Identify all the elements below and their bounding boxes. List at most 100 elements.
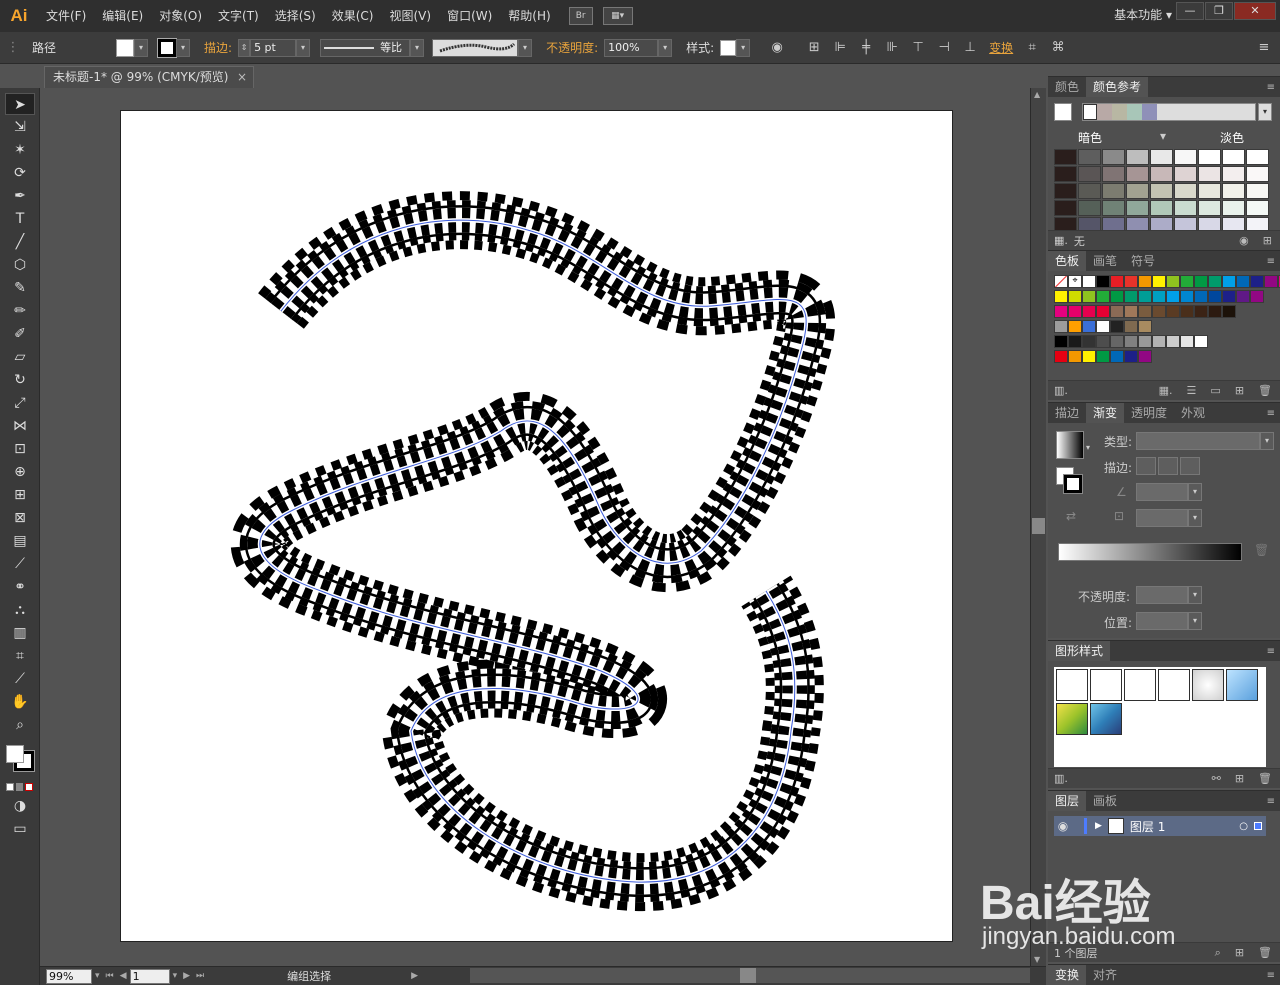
shade-swatch[interactable] (1126, 183, 1149, 199)
hand-tool-icon[interactable]: ✋ (5, 691, 35, 713)
shade-swatch[interactable] (1126, 149, 1149, 165)
scale-tool-icon[interactable]: ⤢ (5, 392, 35, 414)
swatch[interactable] (1222, 290, 1236, 303)
swatch[interactable] (1096, 305, 1110, 318)
stop-opacity-dropdown[interactable]: ▾ (1188, 586, 1202, 604)
visibility-eye-icon[interactable]: ◉ (1054, 819, 1072, 833)
new-group-icon[interactable]: ▭ (1210, 384, 1220, 397)
line-tool-icon[interactable]: ╱ (5, 231, 35, 253)
swatch[interactable] (1138, 350, 1152, 363)
graph-tool-icon[interactable]: ▥ (5, 622, 35, 644)
menu-object[interactable]: 对象(O) (151, 0, 210, 32)
swatch[interactable] (1054, 350, 1068, 363)
trash-icon[interactable]: 🗑 (1258, 384, 1272, 397)
swatch[interactable] (1166, 305, 1180, 318)
shade-swatch[interactable] (1102, 200, 1125, 216)
prev-artboard-icon[interactable]: ◀ (120, 971, 127, 981)
free-transform-tool-icon[interactable]: ⊡ (5, 438, 35, 460)
stroke-indicator[interactable] (1063, 474, 1083, 494)
stroke-swatch[interactable] (157, 37, 178, 58)
swatch[interactable] (1096, 335, 1110, 348)
reverse-gradient-icon[interactable]: ⇄ (1066, 509, 1076, 523)
shade-tint-dropdown-icon[interactable]: ▾ (1160, 129, 1166, 143)
stop-location-input[interactable] (1136, 612, 1188, 630)
swatch[interactable] (1180, 305, 1194, 318)
swatch[interactable] (1068, 290, 1082, 303)
stop-opacity-input[interactable] (1136, 586, 1188, 604)
new-style-icon[interactable]: ⊞ (1235, 772, 1244, 785)
break-link-icon[interactable]: ⚯ (1212, 772, 1221, 785)
swatch[interactable] (1068, 335, 1082, 348)
shade-swatch[interactable] (1054, 183, 1077, 199)
shade-swatch[interactable] (1198, 149, 1221, 165)
aspect-ratio-input[interactable] (1136, 509, 1188, 527)
shade-swatch[interactable] (1150, 149, 1173, 165)
bridge-button[interactable]: Br (568, 7, 593, 25)
swatch[interactable] (1096, 290, 1110, 303)
swatch[interactable] (1180, 290, 1194, 303)
harmony-color-swatch[interactable] (1097, 104, 1112, 120)
swatch[interactable] (1222, 305, 1236, 318)
first-artboard-icon[interactable]: ⏮ (106, 971, 114, 981)
gradient-thumb-dropdown-icon[interactable]: ▾ (1086, 443, 1090, 452)
swatch[interactable] (1152, 275, 1166, 288)
swatch[interactable] (1194, 305, 1208, 318)
swatch[interactable] (1166, 275, 1180, 288)
slice-tool-icon[interactable]: ⟋ (5, 668, 35, 690)
shade-swatch[interactable] (1102, 166, 1125, 182)
tab-swatches[interactable]: 色板 (1048, 251, 1087, 271)
canvas-area[interactable] (40, 88, 1030, 966)
graphic-style-tile[interactable] (1056, 703, 1088, 735)
draw-mode-icon[interactable]: ◑ (5, 795, 35, 817)
edit-colors-icon[interactable]: ◉ (1239, 234, 1249, 247)
swatch[interactable] (1124, 275, 1138, 288)
rotate-tool-icon[interactable]: ↻ (5, 369, 35, 391)
graphic-styles-grid[interactable] (1054, 667, 1266, 767)
swatch[interactable] (1124, 350, 1138, 363)
style-swatch[interactable] (720, 39, 737, 56)
harmony-color-swatch[interactable] (1142, 104, 1157, 120)
zoom-dropdown-icon[interactable]: ▾ (95, 971, 100, 981)
save-colors-icon[interactable]: ⊞ (1263, 234, 1272, 247)
stroke-across-icon[interactable] (1180, 457, 1200, 475)
shade-swatch[interactable] (1078, 149, 1101, 165)
variable-width-profile[interactable]: 等比 (320, 38, 411, 57)
swatch[interactable] (1054, 335, 1068, 348)
align-center-icon[interactable]: ╪ (856, 38, 876, 58)
harmony-rules-strip[interactable] (1082, 103, 1256, 121)
swatch[interactable] (1250, 290, 1264, 303)
shade-swatch[interactable] (1198, 200, 1221, 216)
stop-location-dropdown[interactable]: ▾ (1188, 612, 1202, 630)
show-kinds-icon[interactable]: ▦. (1159, 384, 1173, 397)
zoom-input[interactable]: 99% (46, 968, 92, 984)
swatch[interactable] (1138, 275, 1152, 288)
swatch[interactable] (1110, 290, 1124, 303)
gradient-thumbnail[interactable] (1056, 431, 1084, 459)
align-bottom-icon[interactable]: ⊥ (960, 38, 980, 58)
shade-swatch[interactable] (1126, 166, 1149, 182)
swatch[interactable] (1082, 320, 1096, 333)
artboard-tool-icon[interactable]: ⌗ (5, 645, 35, 667)
shade-swatch[interactable] (1174, 149, 1197, 165)
fill-color-swatch[interactable] (6, 745, 24, 763)
panel-menu-icon[interactable]: ≡ (1267, 256, 1275, 267)
tab-artboards[interactable]: 画板 (1086, 791, 1124, 811)
fill-dropdown[interactable]: ▾ (134, 38, 149, 57)
recolor-icon[interactable]: ◉ (767, 38, 787, 58)
swatch[interactable] (1110, 275, 1124, 288)
swatch[interactable] (1236, 275, 1250, 288)
locate-object-icon[interactable]: ⌕ (1215, 946, 1221, 960)
swatch[interactable] (1194, 290, 1208, 303)
shade-swatch[interactable] (1150, 183, 1173, 199)
swatch[interactable] (1208, 275, 1222, 288)
panel-menu-icon[interactable]: ≡ (1267, 408, 1275, 419)
swatch[interactable] (1152, 305, 1166, 318)
harmony-color-swatch[interactable] (1112, 104, 1127, 120)
tab-color-guide[interactable]: 颜色参考 (1086, 77, 1149, 97)
eraser-tool-icon[interactable]: ▱ (5, 346, 35, 368)
swatch-options-icon[interactable]: ☰ (1187, 384, 1197, 397)
swatch[interactable] (1096, 350, 1110, 363)
target-circle-icon[interactable]: ○ (1239, 821, 1248, 832)
new-layer-icon[interactable]: ⊞ (1235, 946, 1244, 959)
shade-swatch[interactable] (1054, 149, 1077, 165)
